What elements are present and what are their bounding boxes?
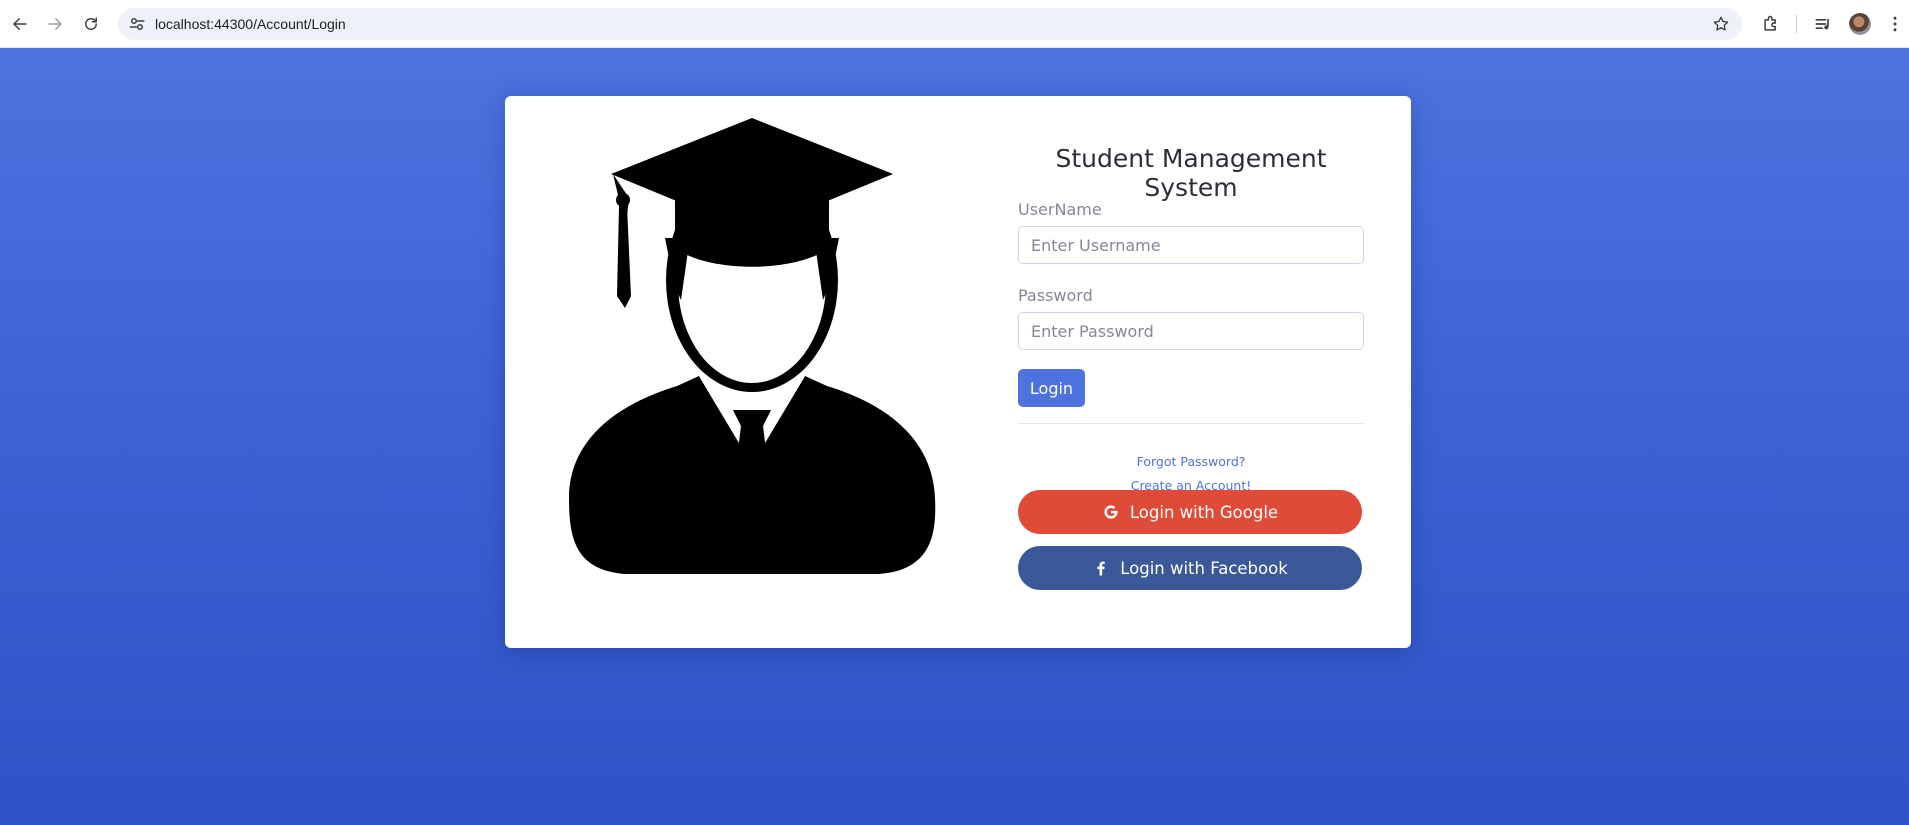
google-g-icon [1102,503,1120,521]
login-button[interactable]: Login [1018,369,1085,407]
back-button[interactable] [8,12,32,36]
facebook-button-label: Login with Facebook [1120,558,1288,578]
reload-button[interactable] [79,12,103,36]
graduate-student-icon [569,118,936,574]
profile-avatar[interactable] [1849,13,1871,35]
login-with-google-button[interactable]: Login with Google [1018,490,1362,534]
toolbar-separator [1796,15,1797,33]
arrow-right-icon [48,18,62,30]
forgot-password-link[interactable]: Forgot Password? [1018,454,1364,469]
login-card: Student Management System UserName Passw… [505,96,1411,648]
url-text[interactable]: localhost:44300/Account/Login [155,16,346,32]
kebab-menu-icon [1893,16,1897,32]
facebook-f-icon [1092,559,1110,577]
extensions-button[interactable] [1759,12,1783,36]
star-icon[interactable] [1712,15,1730,33]
browser-menu-button[interactable] [1883,12,1907,36]
password-input[interactable] [1018,312,1364,350]
form-divider [1018,423,1364,424]
reload-icon [85,17,97,30]
tune-icon[interactable] [128,15,146,33]
media-queue-icon [1815,19,1829,30]
login-with-facebook-button[interactable]: Login with Facebook [1018,546,1362,590]
arrow-left-icon [13,18,27,30]
page-background: Student Management System UserName Passw… [0,48,1909,825]
password-label: Password [1018,286,1093,305]
address-bar[interactable]: localhost:44300/Account/Login [118,8,1742,40]
media-button[interactable] [1811,12,1835,36]
puzzle-icon [1764,15,1776,31]
forward-button[interactable] [43,12,67,36]
page-title: Student Management System [1055,144,1327,202]
google-button-label: Login with Google [1129,502,1279,522]
browser-toolbar: localhost:44300/Account/Login [0,0,1909,48]
username-label: UserName [1018,200,1102,219]
username-input[interactable] [1018,226,1364,264]
